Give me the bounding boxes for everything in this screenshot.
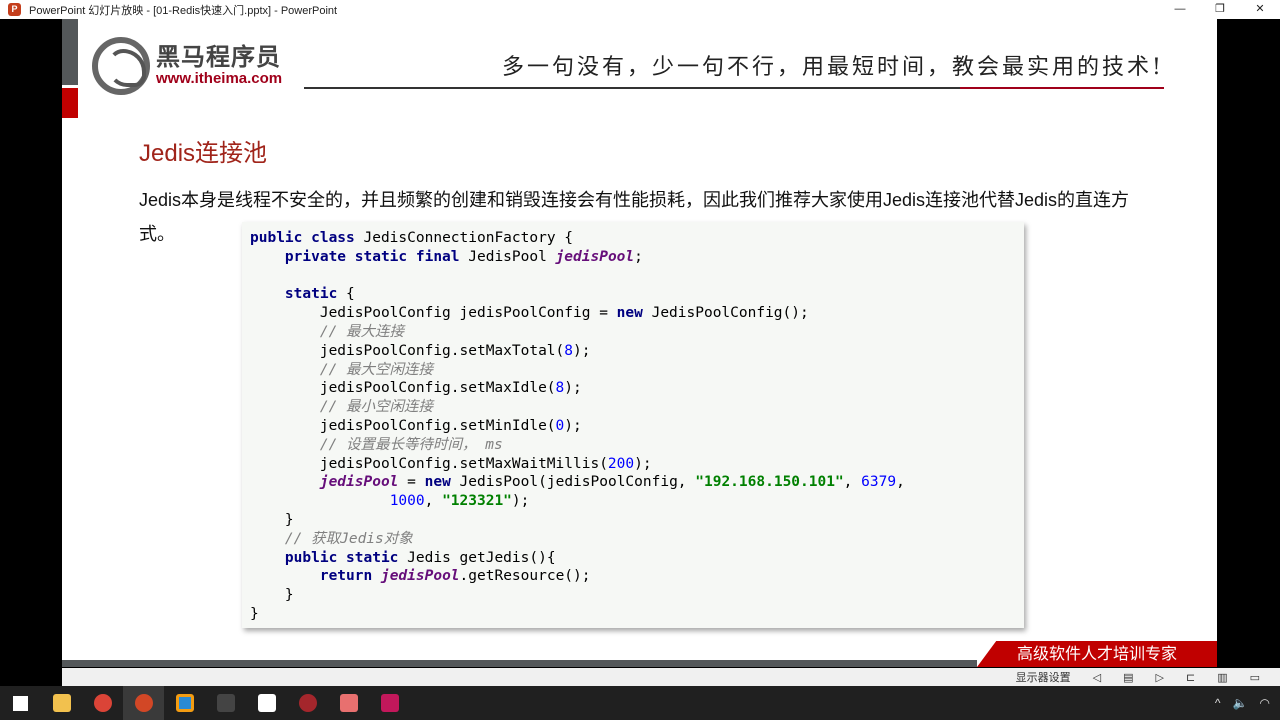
taskbar-app[interactable] — [164, 686, 205, 720]
minimize-button[interactable]: — — [1160, 0, 1200, 19]
app-icon — [339, 694, 358, 712]
next-slide-icon[interactable]: ▷ — [1156, 671, 1164, 684]
previous-slide-icon[interactable]: ◁ — [1093, 671, 1101, 684]
reading-view-icon[interactable]: ▥ — [1217, 671, 1227, 684]
slideshow-status-bar: 显示器设置 ◁ ▤ ▷ ⊏ ▥ ▭ — [62, 668, 1280, 686]
bottom-bar — [62, 660, 977, 667]
taskbar-terminal[interactable] — [205, 686, 246, 720]
wifi-icon[interactable]: ◠ — [1260, 696, 1270, 710]
redis-icon — [298, 694, 317, 712]
typora-icon — [257, 694, 276, 712]
chevron-up-icon[interactable]: ^ — [1215, 696, 1221, 710]
taskbar: ^ 🔈 ◠ — [0, 686, 1280, 720]
normal-view-icon[interactable]: ⊏ — [1186, 671, 1195, 684]
close-button[interactable]: ✕ — [1240, 0, 1280, 19]
slideshow-view-icon[interactable]: ▭ — [1250, 671, 1260, 684]
title-bar: P PowerPoint 幻灯片放映 - [01-Redis快速入门.pptx]… — [0, 0, 1280, 19]
folder-icon — [52, 694, 71, 712]
horse-logo-icon — [92, 37, 150, 95]
taskbar-powerpoint[interactable] — [123, 686, 164, 720]
logo-name: 黑马程序员 — [156, 44, 281, 71]
powerpoint-icon — [134, 694, 153, 712]
intellij-icon — [380, 694, 399, 712]
windows-icon — [13, 695, 28, 711]
taskbar-app2[interactable] — [328, 686, 369, 720]
slide-heading: Jedis连接池 — [139, 140, 268, 167]
logo-url: www.itheima.com — [156, 70, 283, 87]
taskbar-explorer[interactable] — [41, 686, 82, 720]
logo: 黑马程序员 www.itheima.com — [92, 37, 282, 95]
maximize-button[interactable]: ❐ — [1200, 0, 1240, 19]
slide-sorter-icon[interactable]: ▤ — [1123, 671, 1133, 684]
taskbar-redis[interactable] — [287, 686, 328, 720]
slogan: 多一句没有，少一句不行，用最短时间，教会最实用的技术! — [502, 55, 1164, 80]
terminal-icon — [216, 694, 235, 712]
chrome-icon — [93, 694, 112, 712]
slide: 黑马程序员 www.itheima.com 多一句没有，少一句不行，用最短时间，… — [62, 19, 1217, 667]
divider-accent — [960, 87, 1164, 89]
volume-icon[interactable]: 🔈 — [1233, 696, 1248, 710]
footer-banner: 高级软件人才培训专家 — [977, 641, 1217, 667]
taskbar-intellij[interactable] — [369, 686, 410, 720]
code-block: public class JedisConnectionFactory { pr… — [242, 222, 1024, 628]
taskbar-typora[interactable] — [246, 686, 287, 720]
red-bar — [62, 88, 78, 118]
display-settings-button[interactable]: 显示器设置 — [1016, 669, 1071, 685]
system-tray: ^ 🔈 ◠ — [1215, 686, 1270, 720]
gray-bar — [62, 19, 78, 85]
taskbar-chrome[interactable] — [82, 686, 123, 720]
start-button[interactable] — [0, 686, 41, 720]
window-title: PowerPoint 幻灯片放映 - [01-Redis快速入门.pptx] -… — [29, 4, 338, 17]
powerpoint-icon: P — [8, 3, 21, 16]
app-icon — [175, 694, 194, 712]
